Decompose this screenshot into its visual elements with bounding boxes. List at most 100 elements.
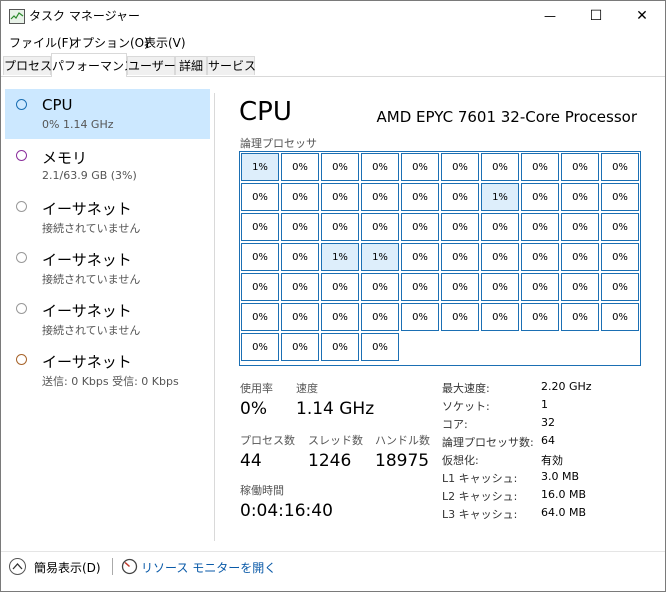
processes-label: プロセス数 xyxy=(240,434,295,447)
logical-processor-cell: 0% xyxy=(281,243,319,271)
logical-processor-cell: 0% xyxy=(441,243,479,271)
fewer-details-icon[interactable] xyxy=(9,558,26,575)
usage-value: 0% xyxy=(240,399,267,419)
sidebar-item-ethernet-2[interactable]: イーサネット 接続されていません xyxy=(5,242,210,292)
sidebar-item-sub: 送信: 0 Kbps 受信: 0 Kbps xyxy=(42,375,179,388)
logical-processor-cell: 0% xyxy=(401,213,439,241)
logical-processor-cell: 0% xyxy=(281,213,319,241)
logical-processor-cell: 0% xyxy=(561,273,599,301)
tab-processes[interactable]: プロセス xyxy=(3,56,52,75)
logical-processor-cell: 1% xyxy=(361,243,399,271)
logical-processor-cell: 0% xyxy=(481,243,519,271)
cpu-status-icon xyxy=(16,99,27,110)
sidebar-item-ethernet-4[interactable]: イーサネット 送信: 0 Kbps 受信: 0 Kbps xyxy=(5,344,210,394)
logical-processor-cell: 0% xyxy=(241,183,279,211)
sidebar-item-sub: 0% 1.14 GHz xyxy=(42,118,114,131)
info-key: 仮想化: xyxy=(442,454,479,467)
logical-processor-cell: 0% xyxy=(361,183,399,211)
minimize-icon: — xyxy=(544,9,556,23)
tab-bar: プロセス パフォーマンス ユーザー 詳細 サービス xyxy=(1,53,665,77)
speed-label: 速度 xyxy=(296,382,318,395)
logical-processors-label: 論理プロセッサ xyxy=(240,137,317,150)
menu-file[interactable]: ファイル(F) xyxy=(9,34,73,51)
logical-processor-cell: 0% xyxy=(481,273,519,301)
threads-label: スレッド数 xyxy=(308,434,363,447)
usage-label: 使用率 xyxy=(240,382,273,395)
logical-processor-cell: 0% xyxy=(521,183,559,211)
logical-processor-cell: 0% xyxy=(401,183,439,211)
logical-processor-cell: 0% xyxy=(281,153,319,181)
logical-processor-cell: 0% xyxy=(601,273,639,301)
menu-view[interactable]: 表示(V) xyxy=(144,34,186,51)
sidebar-item-sub: 接続されていません xyxy=(42,324,141,337)
title-bar[interactable]: タスク マネージャー — ☐ ✕ xyxy=(1,1,665,31)
logical-processor-cell: 0% xyxy=(441,213,479,241)
info-value: 有効 xyxy=(541,454,563,467)
info-value: 64 xyxy=(541,434,555,447)
logical-processor-cell: 0% xyxy=(561,153,599,181)
sidebar-item-label: イーサネット xyxy=(42,353,132,371)
task-manager-icon xyxy=(9,9,25,24)
fewer-details-link[interactable]: 簡易表示(D) xyxy=(34,559,101,576)
sidebar-item-sub: 接続されていません xyxy=(42,273,141,286)
sidebar-divider xyxy=(214,93,215,541)
logical-processor-cell: 0% xyxy=(521,213,559,241)
logical-processor-cell: 0% xyxy=(361,153,399,181)
logical-processor-cell: 0% xyxy=(441,153,479,181)
logical-processor-cell: 0% xyxy=(521,303,559,331)
logical-processor-cell: 0% xyxy=(361,303,399,331)
logical-processor-cell: 0% xyxy=(561,303,599,331)
logical-processor-cell: 0% xyxy=(481,153,519,181)
sidebar-item-sub: 2.1/63.9 GB (3%) xyxy=(42,169,137,182)
close-icon: ✕ xyxy=(636,8,648,24)
maximize-icon: ☐ xyxy=(589,8,603,24)
logical-processor-cell: 0% xyxy=(521,243,559,271)
logical-processor-cell: 0% xyxy=(441,183,479,211)
menu-options[interactable]: オプション(O) xyxy=(70,34,149,51)
logical-processor-cell: 0% xyxy=(321,213,359,241)
info-value: 1 xyxy=(541,398,548,411)
processes-value: 44 xyxy=(240,451,262,471)
logical-processor-cell: 0% xyxy=(321,183,359,211)
speed-value: 1.14 GHz xyxy=(296,399,375,419)
logical-processor-cell: 0% xyxy=(401,273,439,301)
threads-value: 1246 xyxy=(308,451,352,471)
tab-users[interactable]: ユーザー xyxy=(127,56,176,75)
logical-processor-cell: 0% xyxy=(241,243,279,271)
logical-processor-cell: 0% xyxy=(281,183,319,211)
sidebar-item-label: イーサネット xyxy=(42,251,132,269)
resource-monitor-icon[interactable] xyxy=(121,558,138,575)
logical-processor-cell: 0% xyxy=(321,333,359,361)
sidebar-item-cpu[interactable]: CPU 0% 1.14 GHz xyxy=(5,89,210,139)
sidebar-item-sub: 接続されていません xyxy=(42,222,141,235)
logical-processor-cell: 0% xyxy=(441,303,479,331)
window-title: タスク マネージャー xyxy=(29,9,140,23)
tab-performance[interactable]: パフォーマンス xyxy=(51,53,136,77)
logical-processor-cell: 0% xyxy=(281,303,319,331)
logical-processor-cell: 0% xyxy=(601,213,639,241)
uptime-value: 0:04:16:40 xyxy=(240,501,333,521)
logical-processor-cell: 1% xyxy=(481,183,519,211)
tab-details[interactable]: 詳細 xyxy=(175,56,207,75)
maximize-button[interactable]: ☐ xyxy=(573,1,619,31)
minimize-button[interactable]: — xyxy=(527,1,573,31)
memory-status-icon xyxy=(16,150,27,161)
logical-processor-cell: 0% xyxy=(481,303,519,331)
sidebar-item-memory[interactable]: メモリ 2.1/63.9 GB (3%) xyxy=(5,140,210,190)
logical-processor-cell: 0% xyxy=(561,213,599,241)
footer-divider xyxy=(1,551,665,552)
info-value: 64.0 MB xyxy=(541,506,587,519)
logical-processor-cell: 0% xyxy=(321,153,359,181)
info-key: コア: xyxy=(442,418,468,431)
sidebar-item-ethernet-1[interactable]: イーサネット 接続されていません xyxy=(5,191,210,241)
open-resource-monitor-link[interactable]: リソース モニターを開く xyxy=(141,559,276,576)
sidebar-item-label: イーサネット xyxy=(42,302,132,320)
close-button[interactable]: ✕ xyxy=(619,1,665,31)
ethernet-status-icon xyxy=(16,201,27,212)
sidebar-item-ethernet-3[interactable]: イーサネット 接続されていません xyxy=(5,293,210,343)
tab-services[interactable]: サービス xyxy=(207,56,256,75)
logical-processor-cell: 0% xyxy=(401,153,439,181)
logical-processor-grid[interactable]: 1% 0% 0% 0% 0% 0% 0% 0% 0% 0% 0% 0% 0% 0% 0% 0% 1% 0% 0% 0%… xyxy=(239,151,641,366)
logical-processor-cell: 0% xyxy=(241,333,279,361)
footer-separator xyxy=(112,558,113,575)
